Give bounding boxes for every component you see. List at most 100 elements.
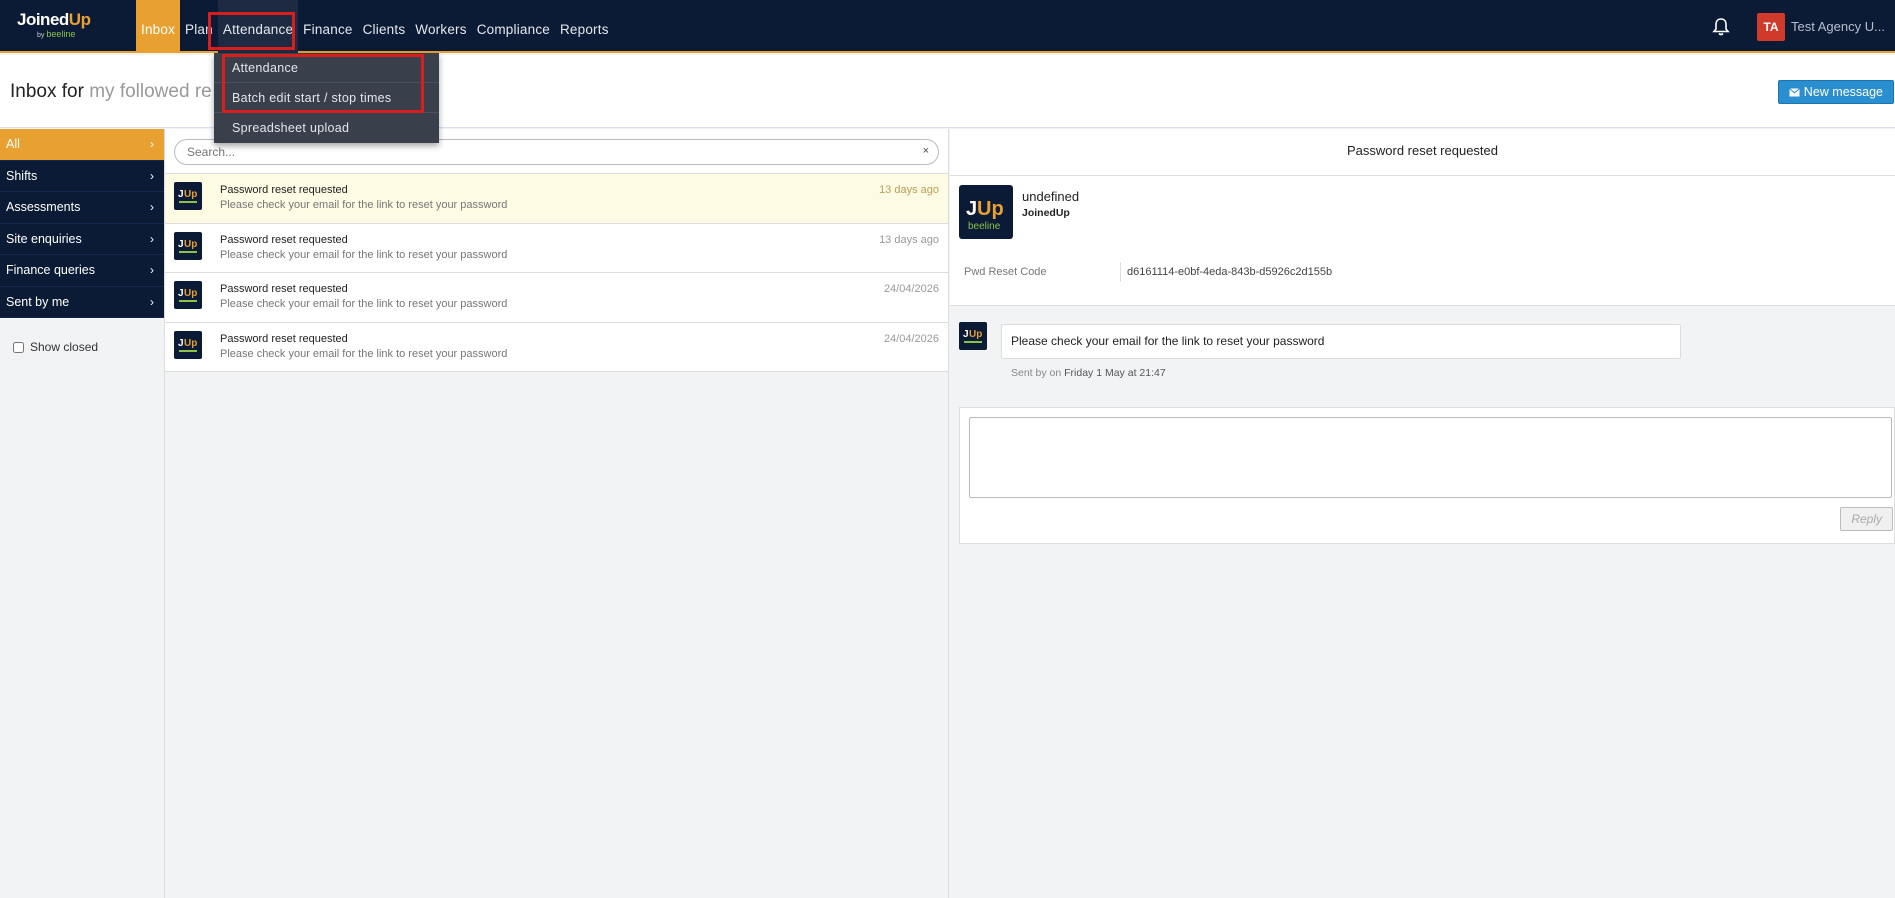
svg-text:Up: Up [184, 288, 197, 299]
chevron-right-icon: › [150, 263, 154, 277]
sidebar-item-label: Assessments [6, 200, 81, 214]
top-navigation-bar: JoinedUp by beeline Inbox Plan Attendanc… [0, 0, 1895, 53]
sent-by-prefix: Sent by on [1011, 367, 1062, 379]
sidebar-item-label: All [6, 137, 20, 151]
message-preview: Please check your email for the link to … [220, 199, 508, 211]
joinedup-avatar-icon: J Up [174, 330, 202, 359]
pwd-reset-code-label: Pwd Reset Code [964, 266, 1047, 278]
svg-text:J: J [178, 288, 184, 299]
show-closed-toggle[interactable]: Show closed [13, 340, 98, 354]
inbox-filter-selector[interactable]: my followed re [89, 81, 212, 102]
message-date: 13 days ago [879, 184, 939, 196]
message-row[interactable]: J Up Password reset requested Please chec… [165, 223, 948, 273]
page-title-prefix: Inbox for [10, 81, 84, 102]
menu-item-spreadsheet-upload[interactable]: Spreadsheet upload [214, 113, 439, 143]
message-date: 24/04/2026 [883, 332, 939, 345]
message-row[interactable]: J Up Password reset requested Please chec… [165, 273, 948, 323]
reply-block: Reply [959, 407, 1895, 544]
joinedup-avatar-icon: J Up [174, 182, 202, 210]
meta-divider [1120, 262, 1121, 282]
sidebar-item-label: Sent by me [6, 294, 70, 309]
nav-finance[interactable]: Finance [298, 0, 357, 53]
logo-brand-a: Joined [17, 10, 69, 29]
envelope-icon [1788, 87, 1800, 96]
main-nav: Inbox Plan Attendance Finance Clients Wo… [136, 0, 614, 53]
nav-compliance[interactable]: Compliance [472, 0, 555, 53]
message-row[interactable]: J Up Password reset requested Please chec… [165, 174, 948, 224]
sidebar-item-finance-queries[interactable]: Finance queries › [0, 255, 164, 287]
svg-text:J: J [178, 338, 184, 349]
joinedup-avatar-icon: J Up [174, 281, 202, 309]
attendance-dropdown-menu: Attendance Batch edit start / stop times… [214, 53, 439, 143]
svg-text:Up: Up [184, 239, 197, 250]
nav-plan[interactable]: Plan [180, 0, 218, 53]
svg-text:Up: Up [969, 329, 982, 340]
chevron-right-icon: › [150, 200, 154, 214]
nav-attendance[interactable]: Attendance [217, 0, 299, 53]
message-detail-pane: Password reset requested J Up beeline unde… [950, 129, 1895, 898]
detail-title: Password reset requested [950, 129, 1895, 176]
user-avatar[interactable]: TA [1757, 12, 1785, 41]
logo-sub-brand: beeline [46, 29, 76, 39]
reply-button[interactable]: Reply [1840, 507, 1893, 531]
show-closed-label: Show closed [30, 340, 99, 354]
svg-text:Up: Up [977, 198, 1004, 220]
sidebar-item-label: Finance queries [6, 263, 95, 277]
nav-inbox[interactable]: Inbox [136, 0, 181, 53]
message-title: Password reset requested [220, 332, 348, 345]
svg-text:Up: Up [184, 189, 197, 200]
logo-sub-for: by [37, 32, 47, 39]
reply-textarea[interactable] [969, 417, 1892, 498]
logo-brand-b: Up [68, 10, 91, 29]
sidebar-item-site-enquiries[interactable]: Site enquiries › [0, 223, 164, 255]
new-message-label: New message [1803, 85, 1883, 99]
chevron-right-icon: › [150, 168, 154, 183]
pwd-reset-code-value: d6161114-e0bf-4eda-843b-d5926c2d155b [1127, 266, 1333, 278]
bell-icon[interactable] [1711, 17, 1731, 37]
message-date: 24/04/2026 [883, 283, 939, 295]
nav-clients[interactable]: Clients [358, 0, 411, 53]
svg-text:Up: Up [184, 338, 197, 349]
sidebar-item-label: Site enquiries [6, 231, 82, 246]
user-name[interactable]: Test Agency U... [1791, 19, 1888, 34]
joinedup-logo-icon: J Upbeeline [959, 185, 1013, 239]
search-input[interactable] [175, 140, 938, 164]
sidebar-item-sent-by-me[interactable]: Sent by me › [0, 286, 164, 318]
joinedup-logo[interactable]: JoinedUp by beeline [17, 10, 97, 42]
message-list-pane: × JUp Password reset requested Please ch… [164, 129, 949, 898]
sender-organisation: JoinedUp [1022, 207, 1070, 219]
clear-search-icon[interactable]: × [923, 145, 929, 157]
svg-text:J: J [178, 189, 184, 200]
sidebar-item-all[interactable]: All › [0, 129, 164, 161]
svg-text:beeline: beeline [968, 221, 1001, 232]
sent-timestamp: Friday 1 May at 21:47 [1064, 367, 1166, 379]
nav-workers[interactable]: Workers [410, 0, 471, 53]
message-bubble: Please check your email for the link to … [1001, 324, 1681, 359]
top-right-controls: TA Test Agency U... [1711, 0, 1895, 53]
sidebar-item-assessments[interactable]: Assessments › [0, 192, 164, 224]
sender-block: J Up beeline undefined JoinedUp Pwd Reset … [950, 176, 1895, 306]
message-preview: Please check your email for the link to … [220, 298, 508, 310]
page-title: Inbox for my followed re [10, 81, 212, 103]
joinedup-avatar-icon: J Up [959, 322, 987, 350]
inbox-category-sidebar: All › Shifts › Assessments › Site enquiries… [0, 129, 164, 318]
new-message-button[interactable]: New message [1777, 80, 1894, 104]
joinedup-avatar-icon: J Up [174, 231, 202, 260]
svg-text:J: J [963, 329, 969, 340]
sidebar-item-shifts[interactable]: Shifts › [0, 160, 164, 192]
menu-item-attendance[interactable]: Attendance [214, 53, 439, 83]
message-preview: Please check your email for the link to … [220, 248, 508, 261]
svg-text:J: J [178, 239, 184, 250]
chevron-right-icon: › [150, 294, 154, 309]
message-sent-meta: Sent by on Friday 1 May at 21:47 [1011, 367, 1166, 379]
sender-name: undefined [1022, 189, 1080, 204]
chevron-right-icon: › [150, 231, 154, 246]
message-row[interactable]: J Up Password reset requested Please chec… [165, 322, 948, 372]
show-closed-checkbox[interactable] [13, 341, 24, 353]
chevron-right-icon: › [150, 137, 154, 151]
message-date: 13 days ago [879, 233, 939, 246]
nav-reports[interactable]: Reports [555, 0, 614, 53]
menu-item-batch-edit-start-stop-times[interactable]: Batch edit start / stop times [214, 83, 439, 113]
message-preview: Please check your email for the link to … [220, 347, 508, 360]
svg-text:J: J [966, 198, 977, 220]
